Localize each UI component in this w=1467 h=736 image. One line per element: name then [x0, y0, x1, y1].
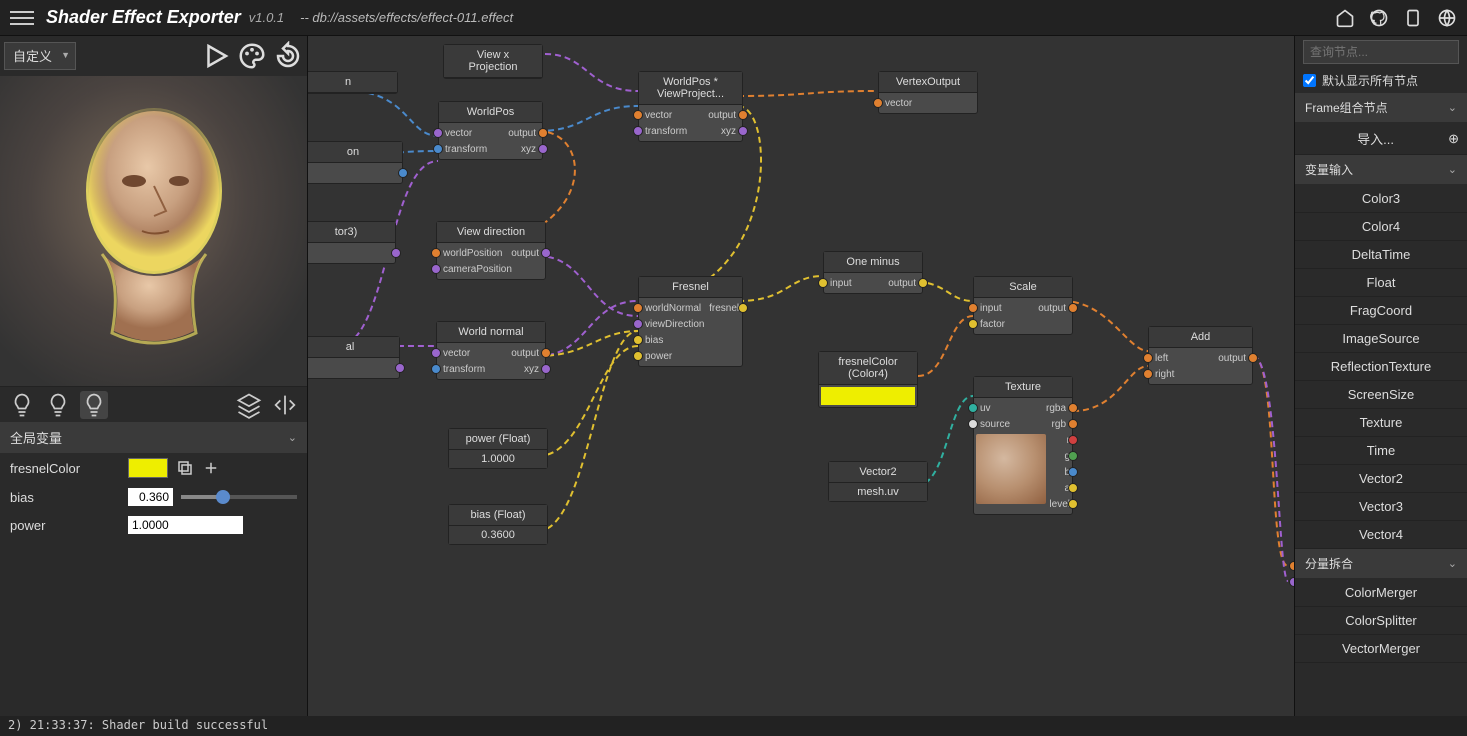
node-partial[interactable]: tor3) — [308, 221, 396, 264]
github-icon[interactable] — [1369, 8, 1389, 28]
node-partial[interactable]: al — [308, 336, 400, 379]
preset-dropdown[interactable]: 自定义 — [4, 42, 76, 70]
node-partial[interactable]: on — [308, 141, 403, 184]
node-type-item[interactable]: ColorSplitter — [1295, 607, 1467, 635]
node-type-item[interactable]: Vector2 — [1295, 465, 1467, 493]
node-view-projection[interactable]: View x Projection — [443, 44, 543, 79]
left-panel: 自定义 — [0, 36, 308, 716]
category-header[interactable]: Frame组合节点⌄ — [1295, 93, 1467, 123]
category-header[interactable]: 变量输入⌄ — [1295, 155, 1467, 185]
node-graph[interactable]: n on tor3) al View x Projection WorldPos… — [308, 36, 1294, 716]
fresnel-color-swatch[interactable] — [128, 458, 168, 478]
category-header[interactable]: 分量拆合⌄ — [1295, 549, 1467, 579]
show-all-checkbox[interactable] — [1303, 74, 1316, 87]
preview-viewport[interactable] — [0, 76, 307, 386]
split-icon[interactable] — [271, 391, 299, 419]
bulb-dim-icon[interactable] — [44, 391, 72, 419]
node-worldpos[interactable]: WorldPos vectoroutput transformxyz — [438, 101, 543, 160]
node-type-item[interactable]: Color4 — [1295, 213, 1467, 241]
bulb-off-icon[interactable] — [8, 391, 36, 419]
search-input[interactable] — [1303, 40, 1459, 64]
node-add[interactable]: Add leftoutput right — [1148, 326, 1253, 385]
node-vertex-output[interactable]: VertexOutput vector — [878, 71, 978, 114]
color-preview — [821, 387, 915, 405]
file-path: -- db://assets/effects/effect-011.effect — [300, 10, 513, 25]
app-version: v1.0.1 — [249, 10, 284, 25]
home-icon[interactable] — [1335, 8, 1355, 28]
node-type-item[interactable]: VectorMerger — [1295, 635, 1467, 663]
node-fresnel-color[interactable]: fresnelColor (Color4) — [818, 351, 918, 408]
node-type-item[interactable]: Float — [1295, 269, 1467, 297]
hamburger-menu-icon[interactable] — [10, 6, 34, 30]
app-title: Shader Effect Exporter — [46, 7, 241, 28]
node-worldpos-vp[interactable]: WorldPos * ViewProject... vectoroutput t… — [638, 71, 743, 142]
global-vars-label: 全局变量 — [10, 428, 62, 447]
node-partial[interactable]: n — [308, 71, 398, 94]
bias-label: bias — [10, 490, 120, 505]
node-type-item[interactable]: Vector3 — [1295, 493, 1467, 521]
node-vector2[interactable]: Vector2 mesh.uv — [828, 461, 928, 502]
right-panel: 默认显示所有节点 Frame组合节点⌄导入...⊕变量输入⌄Color3Colo… — [1294, 36, 1467, 716]
layers-icon[interactable] — [235, 391, 263, 419]
bias-input[interactable] — [128, 488, 173, 506]
copy-icon[interactable] — [176, 459, 194, 477]
node-power-float[interactable]: power (Float) 1.0000 — [448, 428, 548, 469]
global-vars-header[interactable]: 全局变量 ⌄ — [0, 422, 307, 453]
chevron-down-icon: ⌄ — [288, 431, 297, 444]
node-type-item[interactable]: Texture — [1295, 409, 1467, 437]
plus-icon[interactable] — [202, 459, 220, 477]
node-type-item[interactable]: ReflectionTexture — [1295, 353, 1467, 381]
node-type-item[interactable]: DeltaTime — [1295, 241, 1467, 269]
node-type-item[interactable]: Time — [1295, 437, 1467, 465]
fresnel-color-label: fresnelColor — [10, 461, 120, 476]
console-output: 2) 21:33:37: Shader build successful — [0, 716, 1467, 736]
node-type-item[interactable]: ScreenSize — [1295, 381, 1467, 409]
node-type-item[interactable]: ImageSource — [1295, 325, 1467, 353]
app-header: Shader Effect Exporter v1.0.1 -- db://as… — [0, 0, 1467, 36]
node-view-direction[interactable]: View direction worldPositionoutput camer… — [436, 221, 546, 280]
reset-icon[interactable] — [273, 41, 303, 71]
power-input[interactable] — [128, 516, 243, 534]
globe-icon[interactable] — [1437, 8, 1457, 28]
node-type-item[interactable]: ColorMerger — [1295, 579, 1467, 607]
node-texture[interactable]: Texture uvrgba sourcergb r g b a level — [973, 376, 1073, 515]
node-type-item[interactable]: Vector4 — [1295, 521, 1467, 549]
import-button[interactable]: 导入...⊕ — [1295, 123, 1467, 155]
show-all-label: 默认显示所有节点 — [1322, 72, 1418, 89]
node-fresnel[interactable]: Fresnel worldNormalfresnel viewDirection… — [638, 276, 743, 367]
node-type-item[interactable]: FragCoord — [1295, 297, 1467, 325]
node-world-normal[interactable]: World normal vectoroutput transformxyz — [436, 321, 546, 380]
node-bias-float[interactable]: bias (Float) 0.3600 — [448, 504, 548, 545]
palette-icon[interactable] — [237, 41, 267, 71]
power-label: power — [10, 518, 120, 533]
node-scale[interactable]: Scale inputoutput factor — [973, 276, 1073, 335]
texture-preview — [976, 434, 1046, 504]
play-icon[interactable] — [201, 41, 231, 71]
node-type-item[interactable]: Color3 — [1295, 185, 1467, 213]
node-one-minus[interactable]: One minus inputoutput — [823, 251, 923, 294]
device-icon[interactable] — [1403, 8, 1423, 28]
bias-slider[interactable] — [181, 495, 297, 499]
bulb-on-icon[interactable] — [80, 391, 108, 419]
